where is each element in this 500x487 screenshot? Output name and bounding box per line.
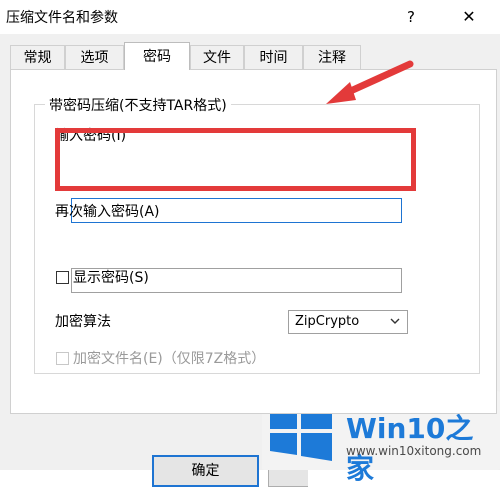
tab-options[interactable]: 选项 [65, 45, 124, 69]
chevron-down-icon [390, 318, 400, 324]
password-tab-panel: 带密码压缩(不支持TAR格式) 输入密码(I) 再次输入密码(A) 显示密码(S… [10, 69, 497, 414]
tab-time[interactable]: 时间 [244, 45, 303, 69]
encryption-method-value: ZipCrypto [295, 314, 360, 329]
reenter-password-label: 再次输入密码(A) [55, 204, 160, 220]
annotation-highlight-box [55, 128, 416, 191]
encrypt-filenames-checkbox[interactable] [56, 352, 69, 365]
tab-password[interactable]: 密码 [124, 42, 190, 70]
watermark-brand-latin: Win10 [346, 412, 446, 445]
help-button[interactable]: ? [398, 4, 424, 30]
show-password-checkbox[interactable] [56, 271, 69, 284]
tab-general[interactable]: 常规 [10, 45, 65, 69]
watermark-url: www.win10xitong.com [346, 444, 482, 458]
dialog-body: 常规 选项 密码 文件 时间 注释 带密码压缩(不支持TAR格式) 输入密码(I… [0, 34, 500, 487]
tab-files[interactable]: 文件 [190, 45, 244, 69]
encryption-method-select[interactable]: ZipCrypto [288, 310, 408, 334]
show-password-label: 显示密码(S) [73, 270, 149, 286]
title-bar: 压缩文件名和参数 ? ✕ [0, 0, 500, 34]
password-group-title: 带密码压缩(不支持TAR格式) [45, 95, 231, 115]
encrypt-filenames-label: 加密文件名(E)（仅限7Z格式） [73, 351, 266, 367]
close-button[interactable]: ✕ [456, 4, 482, 30]
ok-button[interactable]: 确定 [152, 455, 259, 487]
annotation-arrow-icon [326, 60, 414, 104]
encryption-method-label: 加密算法 [55, 314, 111, 330]
window-title: 压缩文件名和参数 [6, 10, 118, 26]
